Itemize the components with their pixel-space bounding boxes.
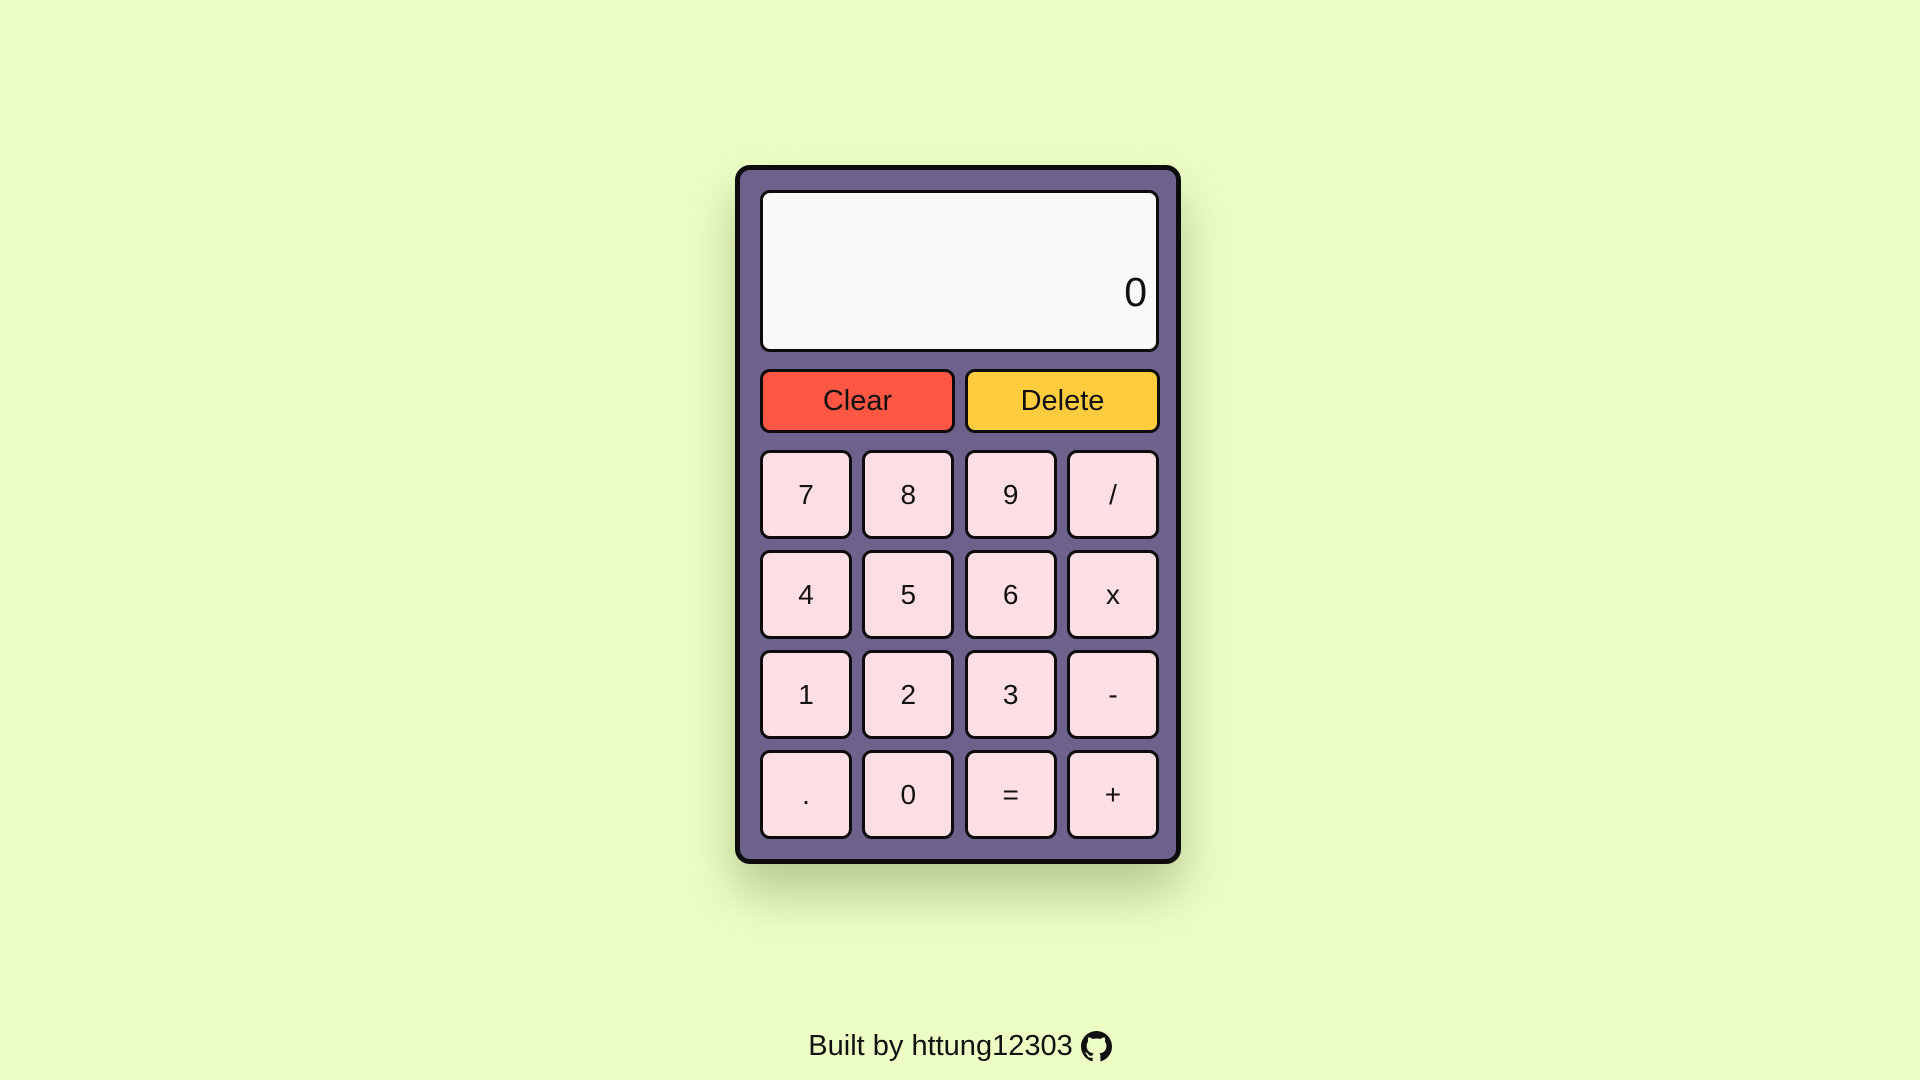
- key-2[interactable]: 2: [862, 650, 955, 739]
- key-8[interactable]: 8: [862, 450, 955, 539]
- calculator-display: 0: [760, 190, 1159, 352]
- key-0[interactable]: 0: [862, 750, 955, 839]
- key-add[interactable]: +: [1066, 750, 1159, 839]
- key-6[interactable]: 6: [964, 550, 1057, 639]
- key-4[interactable]: 4: [760, 550, 852, 639]
- key-1[interactable]: 1: [760, 650, 852, 739]
- footer: Built by httung12303: [0, 1030, 1920, 1063]
- key-multiply[interactable]: x: [1066, 550, 1159, 639]
- key-decimal[interactable]: .: [760, 750, 852, 839]
- key-divide[interactable]: /: [1066, 450, 1159, 539]
- key-5[interactable]: 5: [862, 550, 955, 639]
- clear-button[interactable]: Clear: [760, 369, 955, 433]
- key-3[interactable]: 3: [964, 650, 1057, 739]
- key-7[interactable]: 7: [760, 450, 852, 539]
- calculator: 0 Clear Delete 7 8 9 / 4 5 6 x 1 2 3 - .…: [735, 165, 1181, 864]
- delete-button[interactable]: Delete: [965, 369, 1160, 433]
- key-equals[interactable]: =: [964, 750, 1057, 839]
- display-value: 0: [1124, 269, 1147, 315]
- footer-credit: Built by httung12303: [808, 1030, 1073, 1062]
- keypad: 7 8 9 / 4 5 6 x 1 2 3 - . 0 = +: [760, 450, 1159, 840]
- key-subtract[interactable]: -: [1066, 650, 1159, 739]
- github-icon[interactable]: [1080, 1031, 1112, 1062]
- key-9[interactable]: 9: [964, 450, 1057, 539]
